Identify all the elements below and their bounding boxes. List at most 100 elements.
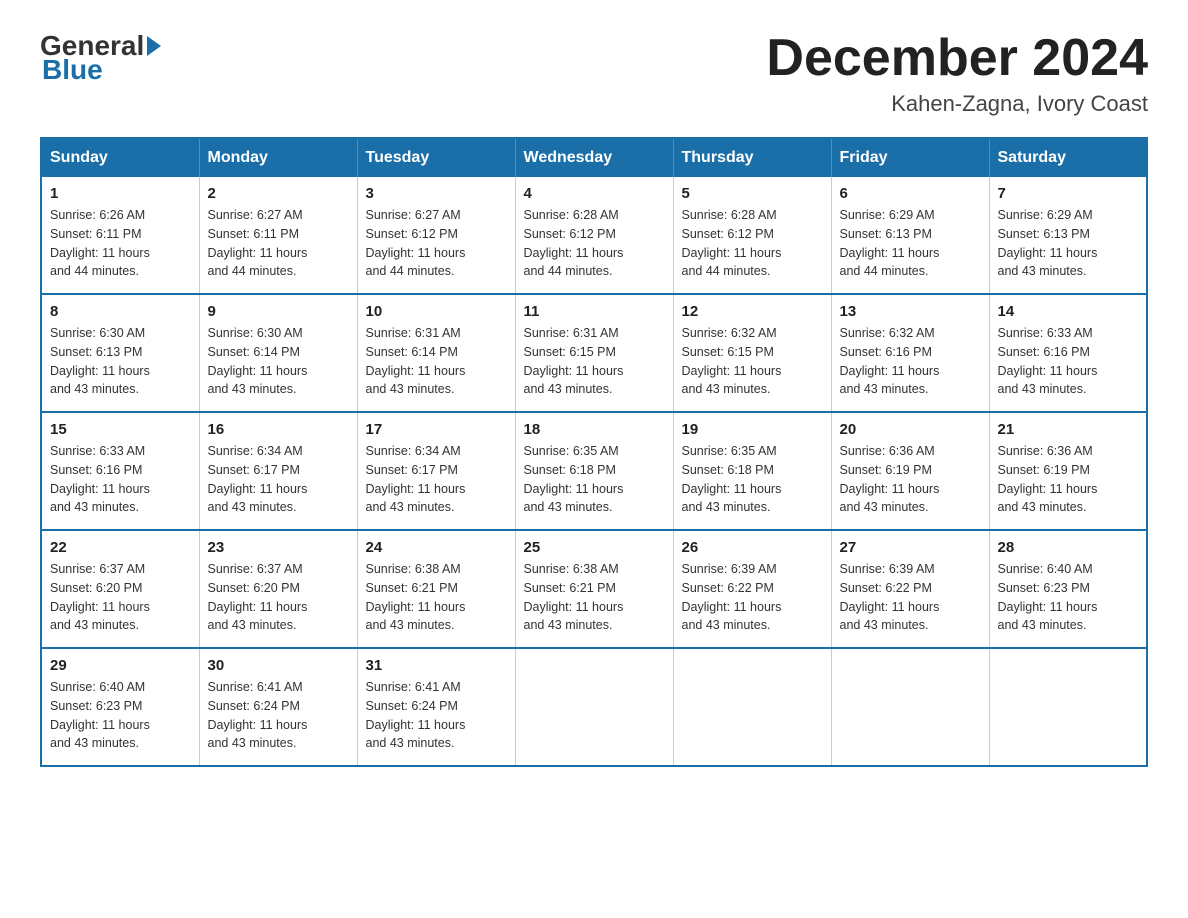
day-info: Sunrise: 6:39 AM Sunset: 6:22 PM Dayligh…	[840, 560, 981, 635]
week-row-4: 22 Sunrise: 6:37 AM Sunset: 6:20 PM Dayl…	[41, 530, 1147, 648]
day-info: Sunrise: 6:34 AM Sunset: 6:17 PM Dayligh…	[208, 442, 349, 517]
day-number: 18	[524, 421, 665, 438]
calendar-cell: 22 Sunrise: 6:37 AM Sunset: 6:20 PM Dayl…	[41, 530, 199, 648]
calendar-cell	[831, 648, 989, 766]
logo-arrow-icon	[147, 36, 161, 56]
calendar-cell	[515, 648, 673, 766]
calendar-cell: 2 Sunrise: 6:27 AM Sunset: 6:11 PM Dayli…	[199, 177, 357, 294]
calendar-cell: 3 Sunrise: 6:27 AM Sunset: 6:12 PM Dayli…	[357, 177, 515, 294]
title-area: December 2024 Kahen-Zagna, Ivory Coast	[766, 30, 1148, 117]
day-number: 20	[840, 421, 981, 438]
day-number: 2	[208, 185, 349, 202]
day-info: Sunrise: 6:35 AM Sunset: 6:18 PM Dayligh…	[524, 442, 665, 517]
calendar-cell: 25 Sunrise: 6:38 AM Sunset: 6:21 PM Dayl…	[515, 530, 673, 648]
calendar-cell: 14 Sunrise: 6:33 AM Sunset: 6:16 PM Dayl…	[989, 294, 1147, 412]
day-number: 27	[840, 539, 981, 556]
weekday-header-wednesday: Wednesday	[515, 138, 673, 177]
day-info: Sunrise: 6:38 AM Sunset: 6:21 PM Dayligh…	[524, 560, 665, 635]
calendar-cell: 12 Sunrise: 6:32 AM Sunset: 6:15 PM Dayl…	[673, 294, 831, 412]
day-number: 12	[682, 303, 823, 320]
calendar-cell: 31 Sunrise: 6:41 AM Sunset: 6:24 PM Dayl…	[357, 648, 515, 766]
day-info: Sunrise: 6:41 AM Sunset: 6:24 PM Dayligh…	[366, 678, 507, 753]
calendar-cell: 11 Sunrise: 6:31 AM Sunset: 6:15 PM Dayl…	[515, 294, 673, 412]
day-number: 5	[682, 185, 823, 202]
weekday-header-sunday: Sunday	[41, 138, 199, 177]
day-info: Sunrise: 6:28 AM Sunset: 6:12 PM Dayligh…	[524, 206, 665, 281]
calendar-cell: 29 Sunrise: 6:40 AM Sunset: 6:23 PM Dayl…	[41, 648, 199, 766]
calendar-cell: 5 Sunrise: 6:28 AM Sunset: 6:12 PM Dayli…	[673, 177, 831, 294]
day-info: Sunrise: 6:26 AM Sunset: 6:11 PM Dayligh…	[50, 206, 191, 281]
calendar-cell: 30 Sunrise: 6:41 AM Sunset: 6:24 PM Dayl…	[199, 648, 357, 766]
day-info: Sunrise: 6:27 AM Sunset: 6:12 PM Dayligh…	[366, 206, 507, 281]
weekday-header-thursday: Thursday	[673, 138, 831, 177]
day-number: 16	[208, 421, 349, 438]
day-number: 21	[998, 421, 1139, 438]
weekday-header-tuesday: Tuesday	[357, 138, 515, 177]
day-number: 3	[366, 185, 507, 202]
day-number: 17	[366, 421, 507, 438]
logo: General Blue	[40, 30, 164, 86]
day-number: 9	[208, 303, 349, 320]
calendar-cell: 10 Sunrise: 6:31 AM Sunset: 6:14 PM Dayl…	[357, 294, 515, 412]
calendar-cell: 24 Sunrise: 6:38 AM Sunset: 6:21 PM Dayl…	[357, 530, 515, 648]
calendar-cell: 21 Sunrise: 6:36 AM Sunset: 6:19 PM Dayl…	[989, 412, 1147, 530]
weekday-header-row: SundayMondayTuesdayWednesdayThursdayFrid…	[41, 138, 1147, 177]
weekday-header-monday: Monday	[199, 138, 357, 177]
day-info: Sunrise: 6:30 AM Sunset: 6:13 PM Dayligh…	[50, 324, 191, 399]
calendar-cell: 27 Sunrise: 6:39 AM Sunset: 6:22 PM Dayl…	[831, 530, 989, 648]
day-info: Sunrise: 6:39 AM Sunset: 6:22 PM Dayligh…	[682, 560, 823, 635]
day-number: 30	[208, 657, 349, 674]
calendar-cell: 4 Sunrise: 6:28 AM Sunset: 6:12 PM Dayli…	[515, 177, 673, 294]
calendar-cell: 26 Sunrise: 6:39 AM Sunset: 6:22 PM Dayl…	[673, 530, 831, 648]
calendar-cell: 28 Sunrise: 6:40 AM Sunset: 6:23 PM Dayl…	[989, 530, 1147, 648]
day-info: Sunrise: 6:30 AM Sunset: 6:14 PM Dayligh…	[208, 324, 349, 399]
week-row-3: 15 Sunrise: 6:33 AM Sunset: 6:16 PM Dayl…	[41, 412, 1147, 530]
day-number: 6	[840, 185, 981, 202]
calendar-cell: 6 Sunrise: 6:29 AM Sunset: 6:13 PM Dayli…	[831, 177, 989, 294]
day-info: Sunrise: 6:38 AM Sunset: 6:21 PM Dayligh…	[366, 560, 507, 635]
day-number: 22	[50, 539, 191, 556]
logo-blue: Blue	[42, 54, 103, 85]
month-title: December 2024	[766, 30, 1148, 87]
calendar-cell	[989, 648, 1147, 766]
day-number: 19	[682, 421, 823, 438]
day-info: Sunrise: 6:36 AM Sunset: 6:19 PM Dayligh…	[998, 442, 1139, 517]
calendar-table: SundayMondayTuesdayWednesdayThursdayFrid…	[40, 137, 1148, 767]
calendar-cell: 16 Sunrise: 6:34 AM Sunset: 6:17 PM Dayl…	[199, 412, 357, 530]
day-number: 31	[366, 657, 507, 674]
day-info: Sunrise: 6:37 AM Sunset: 6:20 PM Dayligh…	[50, 560, 191, 635]
calendar-cell: 17 Sunrise: 6:34 AM Sunset: 6:17 PM Dayl…	[357, 412, 515, 530]
day-info: Sunrise: 6:27 AM Sunset: 6:11 PM Dayligh…	[208, 206, 349, 281]
day-number: 23	[208, 539, 349, 556]
calendar-cell: 20 Sunrise: 6:36 AM Sunset: 6:19 PM Dayl…	[831, 412, 989, 530]
day-number: 7	[998, 185, 1139, 202]
day-number: 29	[50, 657, 191, 674]
calendar-cell: 7 Sunrise: 6:29 AM Sunset: 6:13 PM Dayli…	[989, 177, 1147, 294]
page-header: General Blue December 2024 Kahen-Zagna, …	[40, 30, 1148, 117]
day-number: 14	[998, 303, 1139, 320]
day-number: 10	[366, 303, 507, 320]
day-info: Sunrise: 6:35 AM Sunset: 6:18 PM Dayligh…	[682, 442, 823, 517]
calendar-cell: 18 Sunrise: 6:35 AM Sunset: 6:18 PM Dayl…	[515, 412, 673, 530]
calendar-cell: 13 Sunrise: 6:32 AM Sunset: 6:16 PM Dayl…	[831, 294, 989, 412]
day-number: 1	[50, 185, 191, 202]
day-info: Sunrise: 6:34 AM Sunset: 6:17 PM Dayligh…	[366, 442, 507, 517]
calendar-cell: 19 Sunrise: 6:35 AM Sunset: 6:18 PM Dayl…	[673, 412, 831, 530]
calendar-cell: 1 Sunrise: 6:26 AM Sunset: 6:11 PM Dayli…	[41, 177, 199, 294]
day-info: Sunrise: 6:32 AM Sunset: 6:16 PM Dayligh…	[840, 324, 981, 399]
day-info: Sunrise: 6:33 AM Sunset: 6:16 PM Dayligh…	[998, 324, 1139, 399]
day-info: Sunrise: 6:31 AM Sunset: 6:15 PM Dayligh…	[524, 324, 665, 399]
day-number: 26	[682, 539, 823, 556]
week-row-5: 29 Sunrise: 6:40 AM Sunset: 6:23 PM Dayl…	[41, 648, 1147, 766]
calendar-cell: 8 Sunrise: 6:30 AM Sunset: 6:13 PM Dayli…	[41, 294, 199, 412]
day-info: Sunrise: 6:33 AM Sunset: 6:16 PM Dayligh…	[50, 442, 191, 517]
calendar-cell: 23 Sunrise: 6:37 AM Sunset: 6:20 PM Dayl…	[199, 530, 357, 648]
day-info: Sunrise: 6:29 AM Sunset: 6:13 PM Dayligh…	[998, 206, 1139, 281]
day-info: Sunrise: 6:41 AM Sunset: 6:24 PM Dayligh…	[208, 678, 349, 753]
day-info: Sunrise: 6:37 AM Sunset: 6:20 PM Dayligh…	[208, 560, 349, 635]
day-number: 11	[524, 303, 665, 320]
weekday-header-friday: Friday	[831, 138, 989, 177]
day-info: Sunrise: 6:32 AM Sunset: 6:15 PM Dayligh…	[682, 324, 823, 399]
day-number: 15	[50, 421, 191, 438]
day-number: 13	[840, 303, 981, 320]
